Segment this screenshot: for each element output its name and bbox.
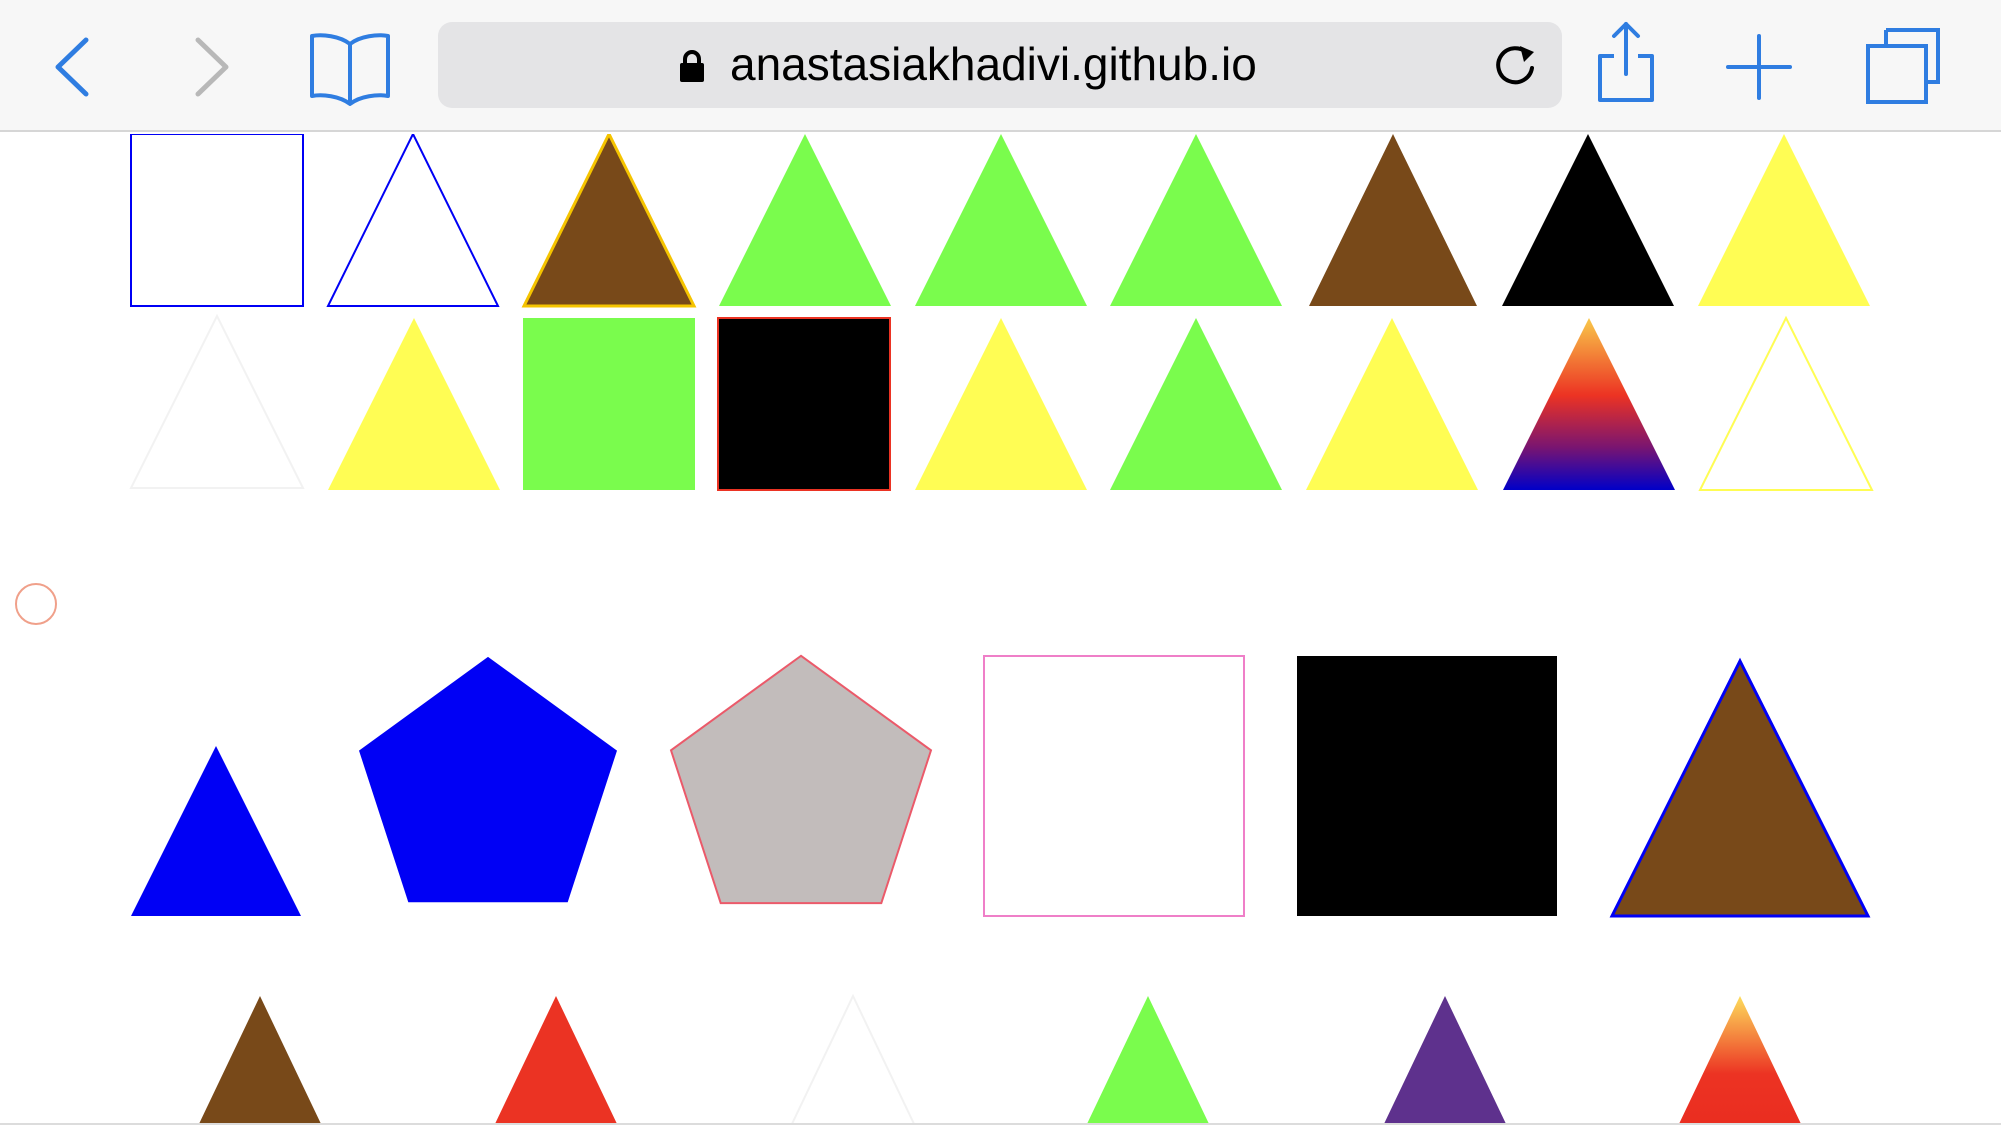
reload-icon xyxy=(1496,46,1534,85)
reload-button[interactable] xyxy=(1490,40,1540,95)
triangle-shape-25 xyxy=(1609,657,1871,918)
square-shape-12 xyxy=(523,318,695,490)
triangle-shape-31 xyxy=(1679,996,1801,1123)
triangle-shape-30 xyxy=(1384,996,1506,1123)
shapes-canvas xyxy=(15,134,1874,1123)
triangle-shape-8 xyxy=(1502,134,1674,306)
triangle-shape-27 xyxy=(495,996,617,1123)
triangle-shape-4 xyxy=(719,134,891,306)
triangle-shape-3 xyxy=(521,134,697,308)
triangle-shape-26 xyxy=(199,996,321,1123)
square-shape-13 xyxy=(717,317,891,491)
pentagon-shape-22 xyxy=(669,654,933,905)
open-book-icon xyxy=(310,33,390,106)
share-icon xyxy=(1598,22,1654,102)
square-shape-1 xyxy=(130,134,304,307)
circle-shape-19 xyxy=(15,583,57,625)
forward-button[interactable] xyxy=(190,36,234,98)
chevron-left-icon xyxy=(55,37,89,97)
chevron-right-icon xyxy=(195,37,229,97)
tabs-button[interactable] xyxy=(1864,26,1944,106)
square-shape-23 xyxy=(983,655,1245,917)
triangle-shape-2 xyxy=(326,134,500,307)
url-text: anastasiakhadivi.github.io xyxy=(730,38,1257,90)
pentagon-shape-21 xyxy=(359,656,617,903)
triangle-shape-6 xyxy=(1110,134,1282,306)
triangle-shape-17 xyxy=(1503,318,1675,490)
triangle-shape-10 xyxy=(129,313,305,489)
address-bar[interactable]: anastasiakhadivi.github.io xyxy=(438,22,1562,108)
triangle-shape-7 xyxy=(1309,134,1477,306)
tabs-icon xyxy=(1866,28,1940,104)
share-button[interactable] xyxy=(1596,20,1656,106)
triangle-shape-14 xyxy=(915,318,1087,490)
new-tab-button[interactable] xyxy=(1726,34,1792,100)
triangle-shape-5 xyxy=(915,134,1087,306)
lock-icon xyxy=(680,50,704,82)
back-button[interactable] xyxy=(50,36,94,98)
triangle-shape-28 xyxy=(791,993,915,1123)
browser-toolbar: anastasiakhadivi.github.io xyxy=(0,0,2001,132)
triangle-shape-15 xyxy=(1110,318,1282,490)
triangle-shape-16 xyxy=(1306,318,1478,490)
square-shape-24 xyxy=(1297,656,1557,916)
triangle-shape-18 xyxy=(1698,315,1874,491)
plus-icon xyxy=(1726,34,1792,100)
web-page-content xyxy=(0,134,2001,1125)
bookmarks-button[interactable] xyxy=(308,30,392,106)
triangle-shape-29 xyxy=(1087,996,1209,1123)
triangle-shape-11 xyxy=(328,318,500,490)
triangle-shape-9 xyxy=(1698,134,1870,306)
triangle-shape-20 xyxy=(131,746,301,916)
